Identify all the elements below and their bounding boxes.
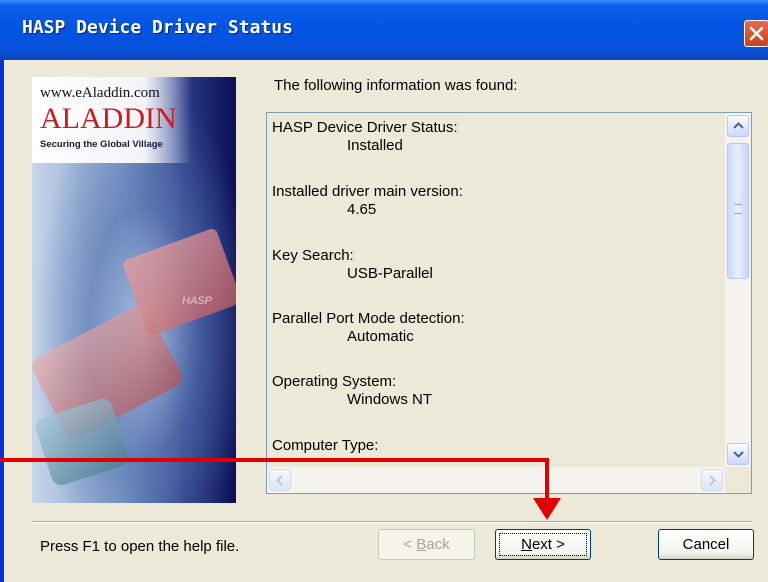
entry-value: Windows NT	[347, 391, 433, 408]
scroll-left-button[interactable]	[269, 469, 291, 491]
thumb-grip-icon	[734, 204, 742, 214]
back-label-prefix: <	[403, 536, 417, 553]
vertical-scrollbar[interactable]	[725, 113, 751, 467]
aladdin-banner-image: HASP www.eAladdin.com ALADDIN Securing t…	[32, 77, 236, 503]
list-item: Parallel Port Mode detection: Automatic	[272, 310, 465, 346]
focus-rectangle	[499, 533, 587, 556]
chevron-right-icon	[709, 475, 716, 486]
entry-value: USB-Parallel	[347, 265, 433, 282]
chevron-down-icon	[733, 451, 744, 458]
list-item: Operating System: Windows NT	[272, 373, 432, 409]
dialog-window: HASP Device Driver Status HASP www.eAlad…	[0, 0, 768, 582]
status-listbox[interactable]: HASP Device Driver Status: Installed Ins…	[266, 112, 752, 494]
entry-label: Key Search:	[272, 247, 354, 264]
chevron-left-icon	[276, 475, 283, 486]
scroll-corner	[725, 467, 751, 493]
annotation-arrow-line	[0, 458, 548, 462]
entry-label: Parallel Port Mode detection:	[272, 310, 465, 327]
chevron-up-icon	[733, 122, 744, 129]
banner-tagline: Securing the Global Village	[40, 139, 163, 150]
window-title: HASP Device Driver Status	[22, 17, 293, 38]
list-item: HASP Device Driver Status: Installed	[272, 119, 458, 155]
entry-label: Operating System:	[272, 373, 397, 390]
scroll-right-button[interactable]	[701, 469, 723, 491]
entry-value: 4.65	[347, 201, 377, 218]
close-button[interactable]	[744, 20, 768, 47]
footer-divider	[32, 521, 752, 523]
scroll-down-button[interactable]	[727, 443, 749, 465]
key-label: HASP	[182, 295, 212, 307]
entry-label: Computer Type:	[272, 437, 379, 454]
scroll-up-button[interactable]	[727, 115, 749, 137]
back-button[interactable]: < Back	[378, 529, 475, 560]
horizontal-scrollbar[interactable]	[267, 467, 727, 493]
entry-label: HASP Device Driver Status:	[272, 119, 458, 136]
close-icon	[749, 26, 764, 41]
list-item: Key Search: USB-Parallel	[272, 247, 433, 283]
title-bar[interactable]: HASP Device Driver Status	[0, 0, 768, 60]
banner-url: www.eAladdin.com	[40, 85, 160, 101]
banner-header: www.eAladdin.com ALADDIN Securing the Gl…	[32, 77, 192, 163]
back-label-rest: ack	[426, 536, 450, 553]
list-item: Installed driver main version: 4.65	[272, 183, 463, 219]
cancel-button[interactable]: Cancel	[658, 529, 754, 560]
scroll-thumb[interactable]	[727, 143, 749, 279]
entry-value: Installed	[347, 137, 403, 154]
entry-label: Installed driver main version:	[272, 183, 463, 200]
entry-value: Automatic	[347, 328, 414, 345]
cancel-label: Cancel	[682, 536, 730, 553]
aladdin-logo: ALADDIN	[40, 102, 177, 135]
info-heading: The following information was found:	[274, 77, 518, 94]
help-hint: Press F1 to open the help file.	[40, 538, 240, 555]
back-mnemonic: B	[416, 536, 427, 553]
status-list-content: HASP Device Driver Status: Installed Ins…	[267, 113, 727, 467]
annotation-arrow-line	[545, 458, 549, 503]
next-button[interactable]: Next >	[495, 529, 591, 560]
list-item: Computer Type:	[272, 437, 378, 455]
annotation-arrow-head-icon	[533, 498, 561, 520]
